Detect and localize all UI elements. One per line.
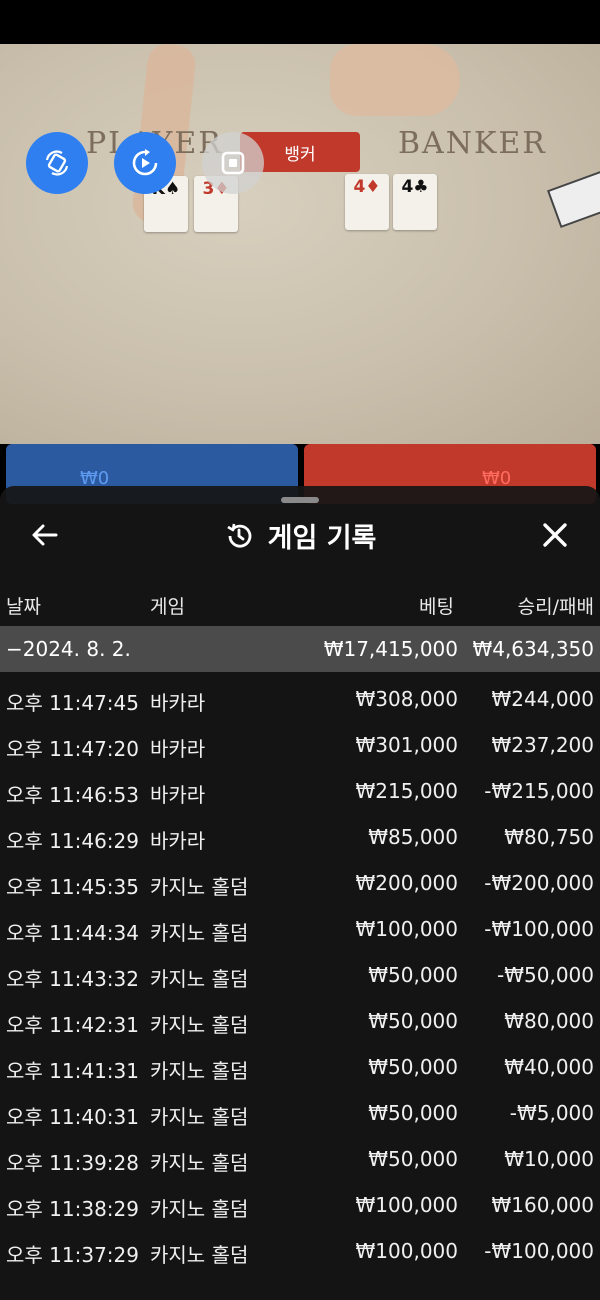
history-row[interactable]: 오후 11:46:53 바카라 ₩215,000 -₩215,000 [0, 768, 600, 814]
column-header-date: 날짜 [6, 596, 41, 618]
summary-date: −2024. 8. 2. [6, 637, 131, 661]
date-summary-row[interactable]: −2024. 8. 2. ₩17,415,000 ₩4,634,350 [0, 626, 600, 672]
replay-button[interactable] [114, 132, 176, 194]
history-row[interactable]: 오후 11:40:31 카지노 홀덤 ₩50,000 -₩5,000 [0, 1090, 600, 1136]
row-bet: ₩50,000 [368, 1055, 458, 1079]
column-header-bet: 베팅 [419, 596, 454, 618]
row-result: ₩244,000 [491, 687, 594, 711]
status-bar [0, 0, 600, 44]
banker-card-2: 4 ♣ [393, 174, 437, 230]
history-icon [226, 523, 251, 548]
row-time: 오후 11:39:28 [6, 1151, 139, 1175]
rotate-icon [45, 150, 69, 176]
row-bet: ₩100,000 [355, 1239, 458, 1263]
row-result: -₩50,000 [497, 963, 594, 987]
row-bet: ₩50,000 [368, 1101, 458, 1125]
row-game: 카지노 홀덤 [150, 967, 249, 991]
sheet-header: 게임 기록 [0, 510, 600, 562]
history-row[interactable]: 오후 11:38:29 카지노 홀덤 ₩100,000 ₩160,000 [0, 1182, 600, 1228]
sheet-title: 게임 기록 [267, 523, 377, 554]
row-bet: ₩85,000 [368, 825, 458, 849]
row-time: 오후 11:46:53 [6, 783, 139, 807]
row-bet: ₩215,000 [355, 779, 458, 803]
stop-icon [221, 151, 245, 175]
history-row[interactable]: 오후 11:37:29 카지노 홀덤 ₩100,000 -₩100,000 [0, 1228, 600, 1274]
row-game: 바카라 [150, 691, 206, 715]
row-game: 바카라 [150, 829, 206, 853]
history-row[interactable]: 오후 11:43:32 카지노 홀덤 ₩50,000 -₩50,000 [0, 952, 600, 998]
row-result: -₩100,000 [484, 917, 594, 941]
sheet-drag-handle[interactable] [281, 497, 319, 503]
rotate-view-button[interactable] [26, 132, 88, 194]
history-row[interactable]: 오후 11:41:31 카지노 홀덤 ₩50,000 ₩40,000 [0, 1044, 600, 1090]
history-row[interactable]: 오후 11:39:28 카지노 홀덤 ₩50,000 ₩10,000 [0, 1136, 600, 1182]
row-result: ₩237,200 [491, 733, 594, 757]
summary-result-total: ₩4,634,350 [472, 637, 594, 661]
row-result: ₩40,000 [504, 1055, 594, 1079]
live-video: PLAYER BANKER 뱅커 K♠ 3♦ 4♦ 4♣ [0, 44, 600, 444]
history-row[interactable]: 오후 11:46:29 바카라 ₩85,000 ₩80,750 [0, 814, 600, 860]
row-time: 오후 11:42:31 [6, 1013, 139, 1037]
row-game: 바카라 [150, 737, 206, 761]
row-time: 오후 11:46:29 [6, 829, 139, 853]
history-row[interactable]: 오후 11:42:31 카지노 홀덤 ₩50,000 ₩80,000 [0, 998, 600, 1044]
row-result: ₩160,000 [491, 1193, 594, 1217]
row-game: 카지노 홀덤 [150, 1243, 249, 1267]
row-bet: ₩301,000 [355, 733, 458, 757]
replay-icon [132, 149, 158, 176]
card-shoe [546, 169, 600, 229]
row-result: ₩80,000 [504, 1009, 594, 1033]
row-time: 오후 11:47:20 [6, 737, 139, 761]
row-time: 오후 11:37:29 [6, 1243, 139, 1267]
row-result: -₩5,000 [509, 1101, 594, 1125]
row-result: -₩200,000 [484, 871, 594, 895]
row-result: -₩215,000 [484, 779, 594, 803]
row-bet: ₩100,000 [355, 917, 458, 941]
column-header-result: 승리/패배 [517, 596, 594, 618]
row-game: 바카라 [150, 783, 206, 807]
row-game: 카지노 홀덤 [150, 875, 249, 899]
history-row[interactable]: 오후 11:44:34 카지노 홀덤 ₩100,000 -₩100,000 [0, 906, 600, 952]
row-bet: ₩100,000 [355, 1193, 458, 1217]
history-row[interactable]: 오후 11:47:45 바카라 ₩308,000 ₩244,000 [0, 676, 600, 722]
history-row[interactable]: 오후 11:45:35 카지노 홀덤 ₩200,000 -₩200,000 [0, 860, 600, 906]
row-bet: ₩50,000 [368, 1009, 458, 1033]
row-time: 오후 11:43:32 [6, 967, 139, 991]
row-result: -₩100,000 [484, 1239, 594, 1263]
banker-card-1: 4 ♦ [345, 174, 389, 230]
banker-table-label: BANKER [398, 126, 547, 161]
dealer-hand [330, 44, 460, 116]
row-game: 카지노 홀덤 [150, 1105, 249, 1129]
row-time: 오후 11:41:31 [6, 1059, 139, 1083]
row-result: ₩10,000 [504, 1147, 594, 1171]
row-game: 카지노 홀덤 [150, 1013, 249, 1037]
column-header-game: 게임 [150, 596, 185, 618]
row-time: 오후 11:40:31 [6, 1105, 139, 1129]
history-row[interactable]: 오후 11:47:20 바카라 ₩301,000 ₩237,200 [0, 722, 600, 768]
close-icon [543, 523, 567, 547]
game-history-sheet: 게임 기록 날짜 게임 베팅 승리/패배 −2024. 8. 2. ₩17,41… [0, 486, 600, 1300]
stop-button[interactable] [202, 132, 264, 194]
close-button[interactable] [538, 518, 572, 552]
summary-bet-total: ₩17,415,000 [323, 637, 458, 661]
row-bet: ₩50,000 [368, 1147, 458, 1171]
row-bet: ₩50,000 [368, 963, 458, 987]
row-game: 카지노 홀덤 [150, 1197, 249, 1221]
row-game: 카지노 홀덤 [150, 921, 249, 945]
row-time: 오후 11:44:34 [6, 921, 139, 945]
row-result: ₩80,750 [504, 825, 594, 849]
row-time: 오후 11:45:35 [6, 875, 139, 899]
row-bet: ₩200,000 [355, 871, 458, 895]
row-time: 오후 11:47:45 [6, 691, 139, 715]
row-time: 오후 11:38:29 [6, 1197, 139, 1221]
row-game: 카지노 홀덤 [150, 1059, 249, 1083]
row-bet: ₩308,000 [355, 687, 458, 711]
row-game: 카지노 홀덤 [150, 1151, 249, 1175]
